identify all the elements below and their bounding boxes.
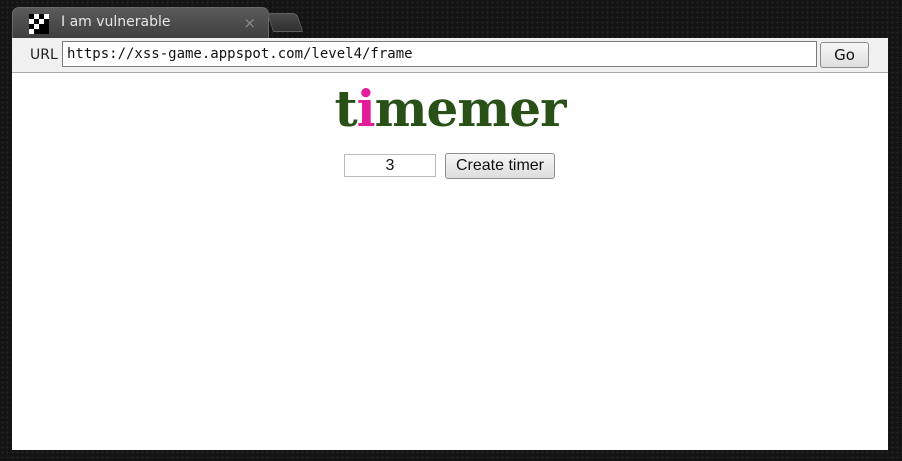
create-timer-button[interactable]: Create timer <box>445 153 555 179</box>
new-tab-button[interactable] <box>266 13 304 32</box>
address-toolbar: URL Go <box>12 38 888 73</box>
browser-window: I am vulnerable × URL Go timemer Create … <box>0 0 902 461</box>
logo-text-accent: i <box>356 79 376 138</box>
logo-text-start: t <box>334 79 358 138</box>
timer-form: Create timer <box>344 153 584 181</box>
logo-text-end: memer <box>374 79 567 138</box>
timer-seconds-input[interactable] <box>344 154 436 177</box>
url-input[interactable] <box>62 41 817 67</box>
checker-favicon-icon <box>29 14 49 34</box>
timemer-logo: timemer <box>12 79 888 139</box>
url-label: URL <box>30 47 58 63</box>
page-content: timemer Create timer <box>12 73 888 450</box>
tab-title: I am vulnerable <box>61 14 171 30</box>
go-button[interactable]: Go <box>820 42 869 68</box>
browser-tab[interactable]: I am vulnerable × <box>12 7 269 39</box>
tab-close-icon[interactable]: × <box>243 14 256 32</box>
